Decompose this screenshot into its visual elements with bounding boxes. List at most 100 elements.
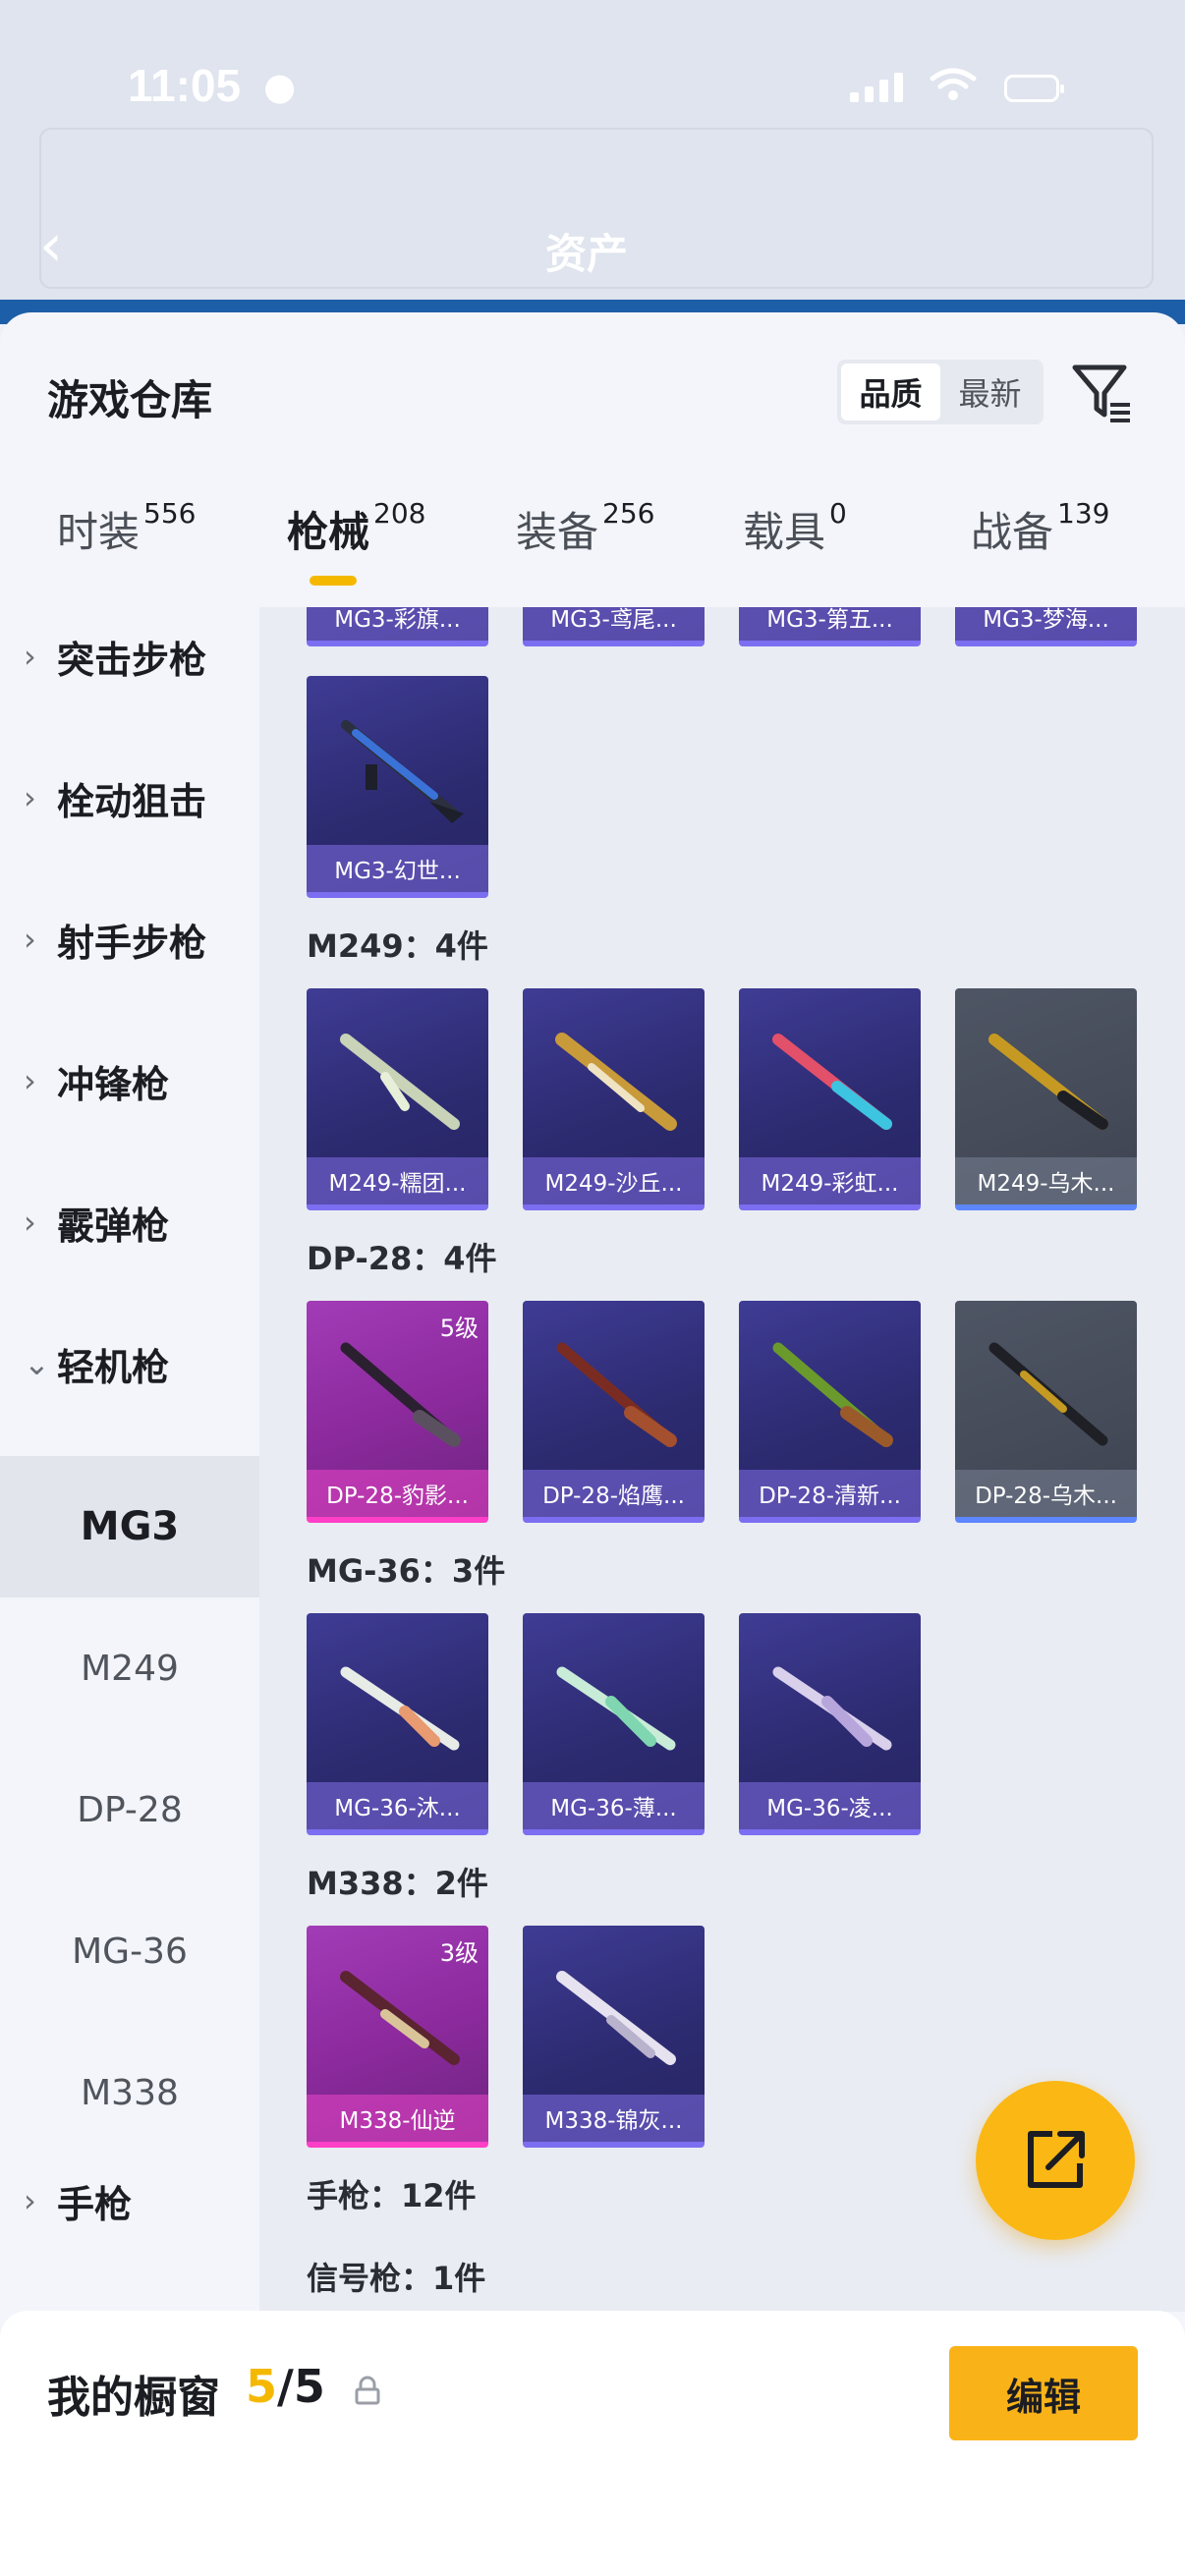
weapon-name: MG3-梦海... xyxy=(955,607,1137,641)
gun-icon xyxy=(555,1033,677,1131)
weapon-name: DP-28-豹影... xyxy=(307,1470,488,1517)
group-heading: 信号枪：1件 xyxy=(307,2260,486,2297)
weapon-card[interactable]: M249-彩虹... xyxy=(739,988,921,1210)
weapon-name: MG3-幻世... xyxy=(307,845,488,892)
tab-label: 枪械 xyxy=(287,508,370,556)
weapon-name: M249-乌木... xyxy=(955,1157,1137,1204)
showcase-current: 5 xyxy=(246,2360,278,2413)
category-shotgun[interactable]: › 霰弹枪 xyxy=(0,1153,259,1291)
weapon-name: M249-彩虹... xyxy=(739,1157,921,1204)
chevron-down-icon: ⌄ xyxy=(24,1345,50,1382)
tab-tactical[interactable]: 战备 139 xyxy=(971,497,1109,559)
weapon-name: MG3-鸢尾... xyxy=(523,607,705,641)
weapon-card[interactable]: MG-36-凌... xyxy=(739,1613,921,1835)
category-marksman-rifle[interactable]: › 射手步枪 xyxy=(0,870,259,1008)
gun-icon xyxy=(341,720,464,823)
tab-count: 0 xyxy=(829,497,847,530)
gun-icon xyxy=(988,1342,1108,1446)
tab-firearms[interactable]: 枪械 208 xyxy=(287,497,426,559)
chevron-right-icon: › xyxy=(24,779,36,816)
weapon-card[interactable]: MG-36-薄... xyxy=(523,1613,705,1835)
nav-title: 资产 xyxy=(545,230,629,278)
weapon-card[interactable]: MG3-梦海... xyxy=(955,607,1137,646)
gun-icon xyxy=(556,1342,677,1447)
gun-icon xyxy=(340,1034,460,1130)
chevron-right-icon: › xyxy=(24,1204,36,1241)
weapon-card[interactable]: M249-沙丘... xyxy=(523,988,705,1210)
category-smg[interactable]: › 冲锋枪 xyxy=(0,1012,259,1149)
weapon-card[interactable]: DP-28-焰鹰... xyxy=(523,1301,705,1523)
status-bar: 11:05 ● xyxy=(0,59,1185,138)
category-lmg[interactable]: ⌄ 轻机枪 xyxy=(0,1295,259,1432)
weapon-card[interactable]: MG-36-沐... xyxy=(307,1613,488,1835)
tab-label: 时装 xyxy=(57,508,141,556)
lock-icon xyxy=(355,2376,380,2405)
weapon-name: M249-沙丘... xyxy=(523,1157,705,1204)
tab-equipment[interactable]: 装备 256 xyxy=(516,497,655,559)
showcase-count: 5/5 xyxy=(246,2360,325,2413)
subcategory-m249[interactable]: M249 xyxy=(0,1597,259,1739)
weapon-card[interactable]: M338-锦灰... xyxy=(523,1926,705,2148)
group-heading: M338：2件 xyxy=(307,1865,488,1902)
weapon-card[interactable]: 3级 M338-仙逆 xyxy=(307,1926,488,2148)
category-assault-rifle[interactable]: › 突击步枪 xyxy=(0,588,259,725)
category-pistol[interactable]: › 手枪 xyxy=(0,2132,259,2269)
tab-count: 256 xyxy=(602,497,655,530)
weapon-card[interactable]: DP-28-清新... xyxy=(739,1301,921,1523)
weapon-name: MG-36-沐... xyxy=(307,1782,488,1829)
tab-vehicles[interactable]: 载具 0 xyxy=(743,497,847,559)
subcategory-dp28[interactable]: DP-28 xyxy=(0,1739,259,1880)
weapon-name: DP-28-清新... xyxy=(739,1470,921,1517)
group-heading: 手枪：12件 xyxy=(307,2177,477,2214)
chevron-right-icon: › xyxy=(24,2182,36,2219)
chevron-right-icon: › xyxy=(24,921,36,958)
category-label: 射手步枪 xyxy=(57,921,207,965)
showcase-title: 我的橱窗 xyxy=(47,2373,220,2423)
category-label: 突击步枪 xyxy=(57,638,207,682)
wifi-icon xyxy=(930,68,977,100)
weapon-card[interactable]: MG3-幻世... xyxy=(307,676,488,898)
subcategory-mg36[interactable]: MG-36 xyxy=(0,1880,259,2022)
gun-icon xyxy=(340,1971,460,2065)
gun-icon xyxy=(340,1666,460,1751)
weapon-card[interactable]: 5级 DP-28-豹影... xyxy=(307,1301,488,1523)
weapon-card[interactable]: M249-乌木... xyxy=(955,988,1137,1210)
sort-quality-option[interactable]: 品质 xyxy=(841,364,940,420)
weapon-name: MG-36-凌... xyxy=(739,1782,921,1829)
group-heading: M249：4件 xyxy=(307,927,488,965)
external-link-icon xyxy=(1028,2131,1085,2188)
chevron-right-icon: › xyxy=(24,1062,36,1099)
tab-active-indicator xyxy=(310,576,357,586)
weapon-name: MG3-第五... xyxy=(739,607,921,641)
tab-count: 556 xyxy=(143,497,197,530)
back-chevron-icon[interactable]: ‹ xyxy=(39,211,63,280)
category-label: 霰弹枪 xyxy=(57,1204,170,1248)
filter-icon[interactable] xyxy=(1069,360,1136,426)
weapon-name: DP-28-乌木... xyxy=(955,1470,1137,1517)
gun-icon xyxy=(988,1034,1108,1130)
showcase-total: /5 xyxy=(277,2360,325,2413)
weapon-card[interactable]: MG3-第五... xyxy=(739,607,921,646)
gun-icon xyxy=(556,1971,676,2065)
group-heading: MG-36：3件 xyxy=(307,1552,506,1590)
subcategory-mg3[interactable]: MG3 xyxy=(0,1456,259,1597)
gun-icon xyxy=(556,1666,676,1751)
weapon-card[interactable]: M249-糯团... xyxy=(307,988,488,1210)
weapon-name: MG3-彩旗... xyxy=(307,607,488,641)
weapon-card[interactable]: MG3-鸢尾... xyxy=(523,607,705,646)
battery-icon xyxy=(1004,75,1064,102)
weapon-grid: MG3-彩旗... MG3-鸢尾... MG3-第五... MG3-梦海... … xyxy=(259,607,1185,2312)
weapon-name: DP-28-焰鹰... xyxy=(523,1470,705,1517)
tab-label: 载具 xyxy=(743,508,826,556)
weapon-name: M249-糯团... xyxy=(307,1157,488,1204)
weapon-card[interactable]: DP-28-乌木... xyxy=(955,1301,1137,1523)
tab-fashion[interactable]: 时装 556 xyxy=(57,497,197,559)
edit-button[interactable]: 编辑 xyxy=(949,2346,1138,2440)
weapon-name: MG-36-薄... xyxy=(523,1782,705,1829)
sort-newest-option[interactable]: 最新 xyxy=(940,364,1040,420)
tab-count: 208 xyxy=(373,497,426,530)
share-export-button[interactable] xyxy=(976,2081,1135,2240)
category-bolt-sniper[interactable]: › 栓动狙击 xyxy=(0,729,259,867)
weapon-card[interactable]: MG3-彩旗... xyxy=(307,607,488,646)
sort-toggle: 品质 最新 xyxy=(837,360,1044,424)
